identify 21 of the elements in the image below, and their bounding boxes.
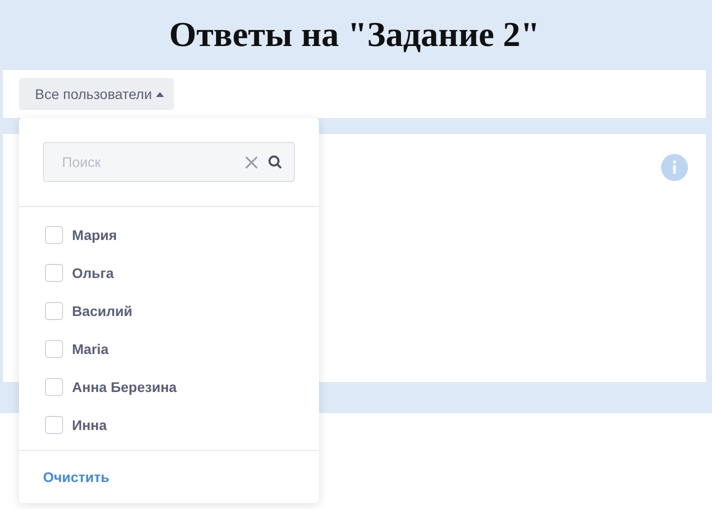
- user-name: Инна: [72, 417, 107, 433]
- checkbox[interactable]: [45, 226, 63, 244]
- page-title: Ответы на "Задание 2": [168, 14, 541, 56]
- close-icon[interactable]: [245, 156, 258, 168]
- clear-link[interactable]: Очистить: [43, 469, 110, 485]
- user-name: Мария: [72, 227, 117, 243]
- user-name: Maria: [72, 341, 109, 357]
- checkbox[interactable]: [45, 378, 63, 396]
- checkbox[interactable]: [45, 264, 63, 282]
- info-icon[interactable]: [661, 154, 688, 181]
- search-icon[interactable]: [268, 155, 282, 169]
- users-filter-button[interactable]: Все пользователи: [19, 78, 174, 110]
- checkbox[interactable]: [45, 340, 63, 358]
- user-name: Ольга: [72, 265, 114, 281]
- search-field[interactable]: Поиск: [60, 153, 235, 171]
- user-name: Василий: [72, 303, 132, 319]
- search-box[interactable]: Поиск: [43, 142, 295, 182]
- checkbox[interactable]: [45, 416, 63, 434]
- caret-icon: [156, 92, 164, 96]
- user-name: Анна Березина: [72, 379, 177, 395]
- checkbox[interactable]: [45, 302, 63, 320]
